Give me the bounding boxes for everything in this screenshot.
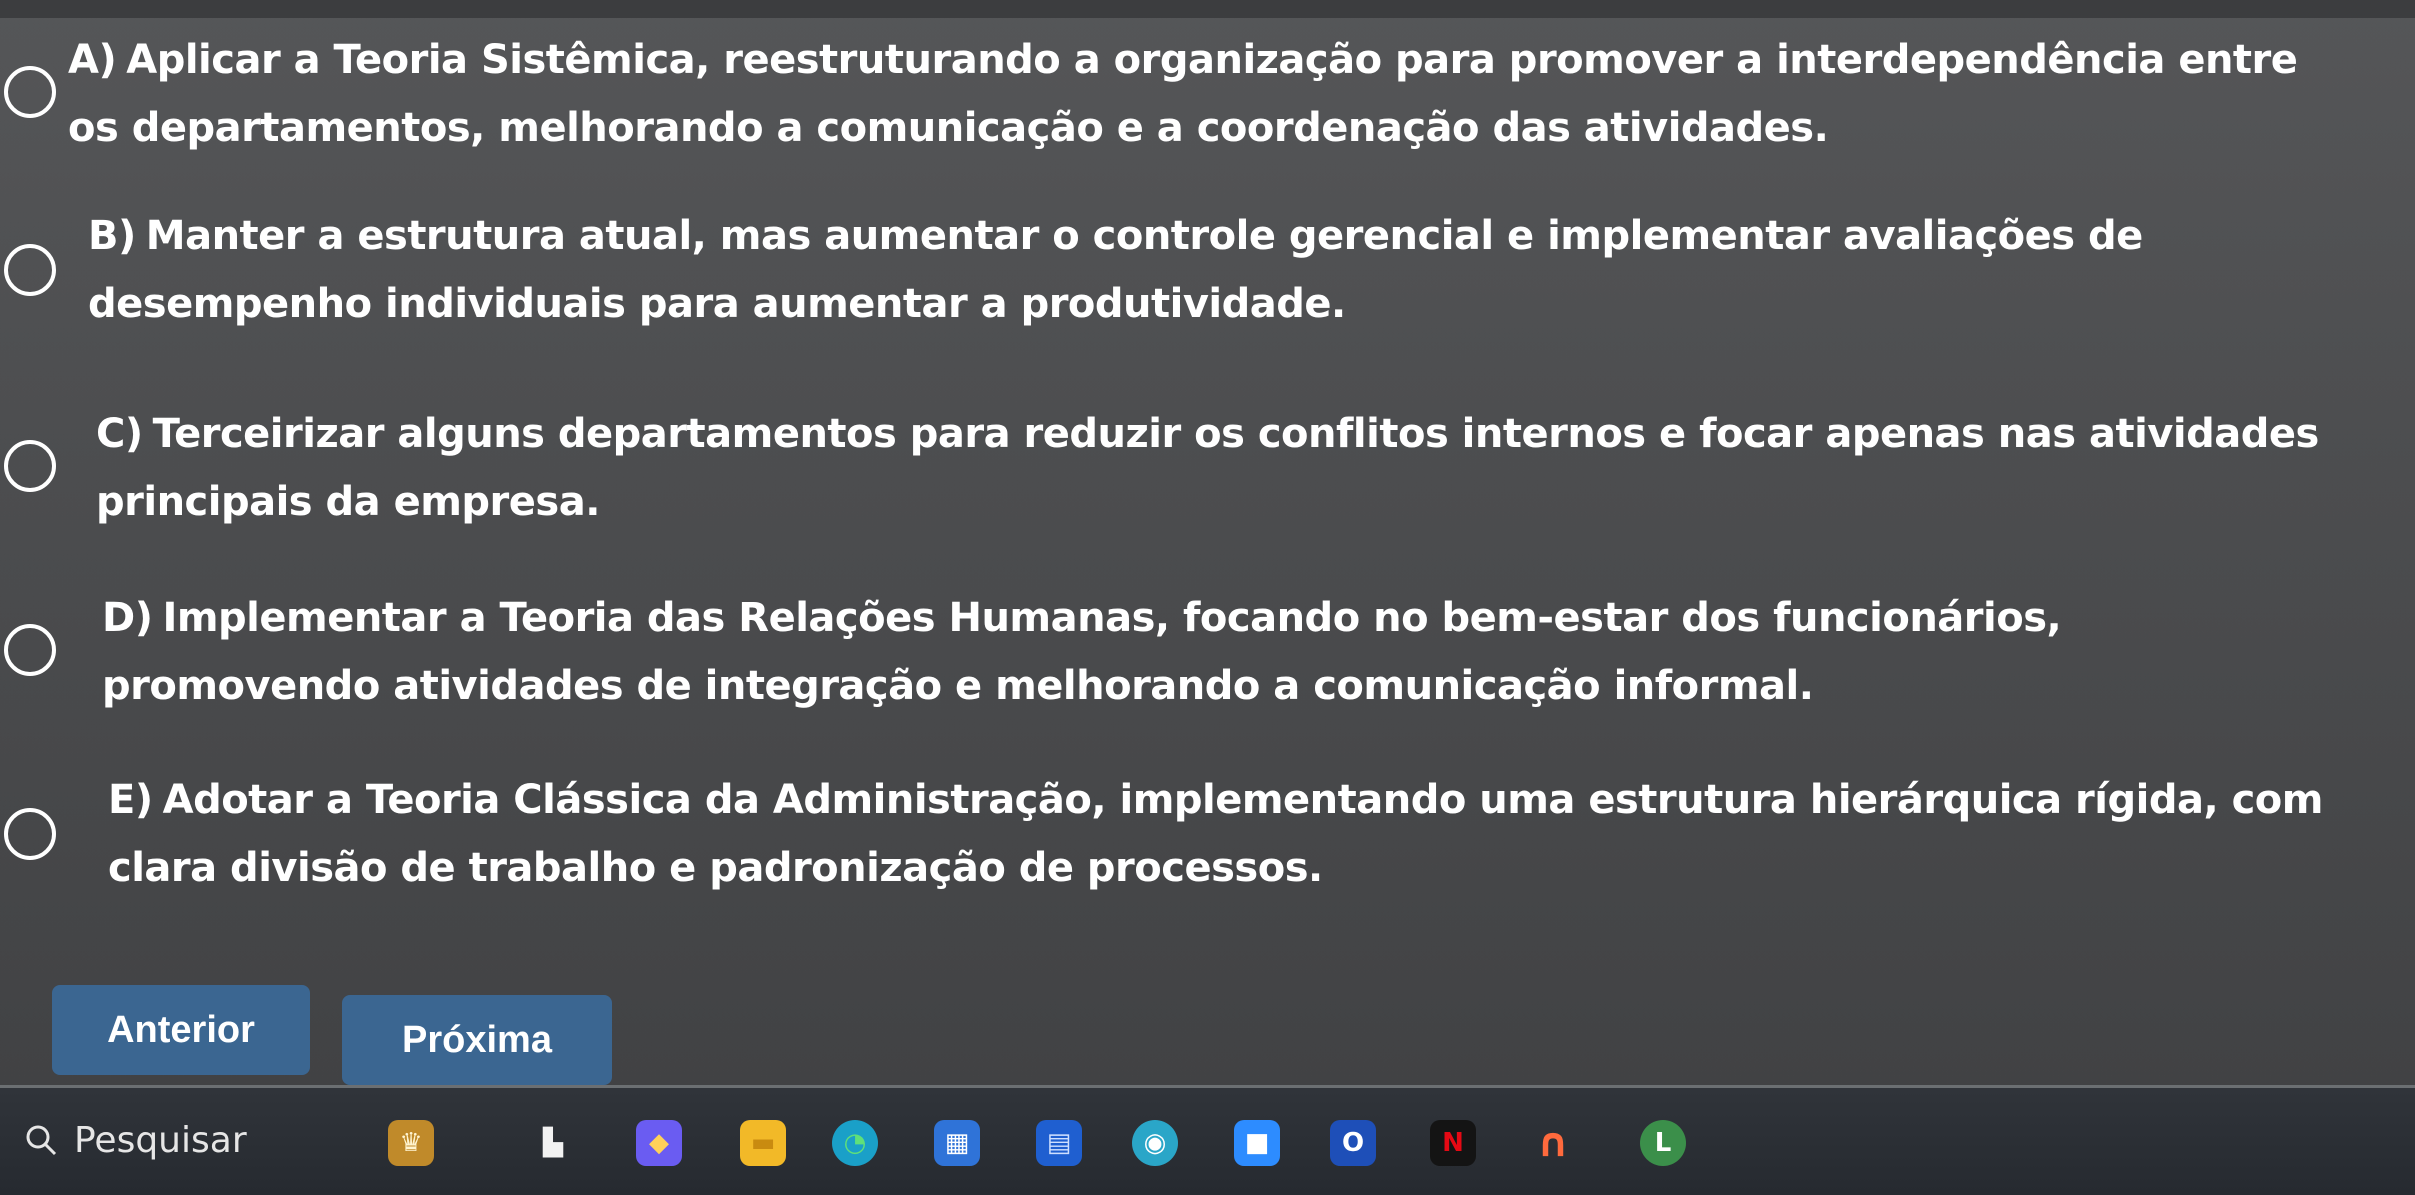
option-d[interactable]: D) Implementar a Teoria das Relações Huma… <box>0 578 2415 748</box>
option-d-line-1: Implementar a Teoria das Relações Humana… <box>162 595 2062 641</box>
next-button[interactable]: Próxima <box>342 995 612 1085</box>
messaging-app-icon[interactable]: ◉ <box>1132 1120 1178 1166</box>
option-d-text: D) Implementar a Teoria das Relações Huma… <box>102 584 2062 720</box>
search-icon <box>26 1125 57 1156</box>
option-c-radio[interactable] <box>4 440 56 492</box>
copilot-icon[interactable]: ◆ <box>636 1120 682 1166</box>
top-edge <box>0 0 2415 18</box>
option-b-line-2: desempenho individuais para aumentar a p… <box>88 281 1346 327</box>
edge-browser-icon[interactable]: ◔ <box>832 1120 878 1166</box>
option-e-letter: E) <box>108 777 153 823</box>
windows-taskbar: Pesquisar ♛ ▙ ◆ ▬ ◔ ▦ ▤ ◉ ■ O N ∩ L <box>0 1085 2415 1195</box>
option-d-line-2: promovendo atividades de integração e me… <box>102 663 1814 709</box>
option-e-radio[interactable] <box>4 808 56 860</box>
option-a-text: A) Aplicar a Teoria Sistêmica, reestrutur… <box>68 26 2298 162</box>
netflix-icon[interactable]: N <box>1430 1120 1476 1166</box>
option-c-line-2: principais da empresa. <box>96 479 600 525</box>
office-app-icon[interactable]: O <box>1330 1120 1376 1166</box>
task-view-icon[interactable]: ▙ <box>530 1120 576 1166</box>
option-c-letter: C) <box>96 411 143 457</box>
option-a-line-2: os departamentos, melhorando a comunicaç… <box>68 105 1829 151</box>
option-c-line-1: Terceirizar alguns departamentos para re… <box>152 411 2320 457</box>
option-a[interactable]: A) Aplicar a Teoria Sistêmica, reestrutur… <box>0 18 2415 188</box>
search-placeholder: Pesquisar <box>74 1119 247 1161</box>
option-d-radio[interactable] <box>4 624 56 676</box>
option-e-text: E) Adotar a Teoria Clássica da Administra… <box>108 766 2323 902</box>
file-explorer-icon[interactable]: ▬ <box>740 1120 786 1166</box>
option-a-letter: A) <box>68 37 117 83</box>
widgets-icon[interactable]: ♛ <box>388 1120 434 1166</box>
option-b-text: B) Manter a estrutura atual, mas aumentar… <box>88 202 2143 338</box>
option-b-letter: B) <box>88 213 136 259</box>
option-a-line-1: Aplicar a Teoria Sistêmica, reestruturan… <box>126 37 2298 83</box>
option-b-line-1: Manter a estrutura atual, mas aumentar o… <box>145 213 2144 259</box>
taskbar-search-box[interactable]: Pesquisar <box>24 1108 354 1172</box>
previous-button[interactable]: Anterior <box>52 985 310 1075</box>
option-b-radio[interactable] <box>4 244 56 296</box>
option-e-line-2: clara divisão de trabalho e padronização… <box>108 845 1323 891</box>
option-e-line-1: Adotar a Teoria Clássica da Administraçã… <box>162 777 2324 823</box>
chrome-profile-icon[interactable]: L <box>1640 1120 1686 1166</box>
option-d-letter: D) <box>102 595 153 641</box>
option-c[interactable]: C) Terceirizar alguns departamentos para … <box>0 378 2415 548</box>
option-c-text: C) Terceirizar alguns departamentos para … <box>96 400 2319 536</box>
option-b[interactable]: B) Manter a estrutura atual, mas aumentar… <box>0 198 2415 368</box>
microsoft-store-icon[interactable]: ▦ <box>934 1120 980 1166</box>
calculator-icon[interactable]: ▤ <box>1036 1120 1082 1166</box>
option-a-radio[interactable] <box>4 66 56 118</box>
question-options: A) Aplicar a Teoria Sistêmica, reestrutur… <box>0 18 2415 1058</box>
option-e[interactable]: E) Adotar a Teoria Clássica da Administra… <box>0 758 2415 928</box>
arc-app-icon[interactable]: ∩ <box>1530 1120 1576 1166</box>
zoom-icon[interactable]: ■ <box>1234 1120 1280 1166</box>
